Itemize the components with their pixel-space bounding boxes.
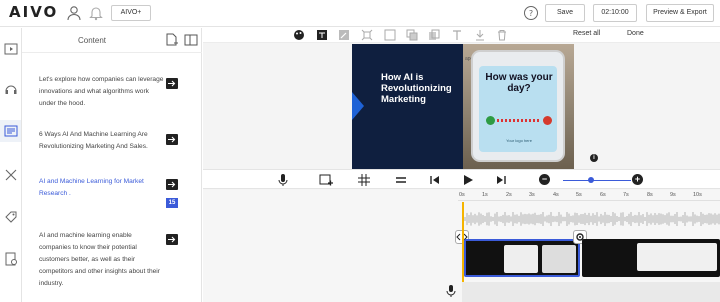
tick-label: 3s bbox=[529, 192, 535, 198]
save-button[interactable]: Save bbox=[545, 4, 585, 22]
video-clip[interactable] bbox=[582, 239, 720, 277]
user-icon[interactable] bbox=[66, 5, 82, 21]
help-icon[interactable]: ? bbox=[523, 5, 539, 21]
sad-face-icon bbox=[543, 116, 552, 125]
content-panel: Content Let's explore how companies can … bbox=[22, 28, 202, 302]
scene-text-2[interactable]: 6 Ways AI And Machine Learning Are Revol… bbox=[39, 129, 164, 153]
canvas-preview[interactable]: How AI is Revolutionizing Marketing apex… bbox=[352, 44, 574, 169]
rail-settings-icon[interactable] bbox=[0, 248, 21, 270]
text-style-icon[interactable] bbox=[316, 29, 328, 41]
resize-icon[interactable] bbox=[384, 29, 396, 41]
audio-waveform[interactable] bbox=[464, 212, 720, 226]
brand-select[interactable]: AIVO+ bbox=[111, 5, 151, 21]
reset-all-button[interactable]: Reset all bbox=[573, 30, 600, 37]
clip-thumbnail bbox=[542, 245, 576, 273]
skip-forward-icon[interactable] bbox=[494, 173, 508, 187]
layout-icon[interactable] bbox=[184, 33, 198, 47]
scene-duration-badge: 15 bbox=[166, 198, 178, 208]
rail-tag-icon[interactable] bbox=[0, 206, 21, 228]
canvas-text-panel: How AI is Revolutionizing Marketing bbox=[352, 44, 463, 169]
rail-tools-icon[interactable] bbox=[0, 164, 21, 186]
grid-icon[interactable] bbox=[357, 173, 371, 187]
top-bar: AIVO AIVO+ ? Save 02:10:00 Preview & Exp… bbox=[0, 0, 720, 27]
video-clip-selected[interactable] bbox=[464, 239, 580, 277]
play-icon[interactable] bbox=[461, 173, 475, 187]
download-icon[interactable] bbox=[474, 29, 486, 41]
phone-image: How was your day? Your logo here bbox=[471, 50, 565, 162]
editor-area: Reset all Done How AI is Revolutionizing… bbox=[203, 28, 720, 302]
add-scene-icon[interactable] bbox=[165, 33, 179, 47]
timer-display: 02:10:00 bbox=[593, 4, 637, 22]
tick-label: 5s bbox=[576, 192, 582, 198]
voiceover-mic-icon[interactable] bbox=[446, 285, 456, 297]
zoom-slider-thumb[interactable] bbox=[588, 177, 594, 183]
zoom-out-button[interactable]: − bbox=[539, 174, 550, 185]
done-button[interactable]: Done bbox=[627, 30, 644, 37]
scene-arrow-2-icon[interactable] bbox=[166, 134, 178, 145]
canvas-headline[interactable]: How AI is Revolutionizing Marketing bbox=[381, 72, 461, 105]
tick-label: 6s bbox=[600, 192, 606, 198]
tick-label: 2s bbox=[506, 192, 512, 198]
palette-icon[interactable] bbox=[293, 29, 305, 41]
panel-divider bbox=[22, 52, 202, 53]
scene-text-1[interactable]: Let's explore how companies can leverage… bbox=[39, 74, 164, 110]
clip-thumbnail bbox=[637, 243, 717, 271]
canvas-toolbar: Reset all Done bbox=[203, 28, 720, 43]
scene-text-3[interactable]: AI and Machine Learning for Market Resea… bbox=[39, 176, 164, 200]
menu-icon[interactable] bbox=[394, 173, 408, 187]
microphone-icon[interactable] bbox=[276, 173, 290, 187]
scene-arrow-4-icon[interactable] bbox=[166, 234, 178, 245]
clip-thumbnail bbox=[504, 245, 538, 273]
tick-label: 0s bbox=[459, 192, 465, 198]
playback-bar: − + bbox=[203, 169, 720, 189]
accent-arrow-shape bbox=[352, 92, 364, 120]
edit-icon[interactable] bbox=[338, 29, 350, 41]
scene-text-4[interactable]: AI and machine learning enable companies… bbox=[39, 230, 164, 290]
canvas-image-panel: apex How was your day? Your logo here bbox=[463, 44, 574, 169]
rail-audio-icon[interactable] bbox=[0, 78, 21, 100]
copy-icon[interactable] bbox=[428, 29, 440, 41]
scene-arrow-3-icon[interactable] bbox=[166, 179, 178, 190]
zoom-slider[interactable] bbox=[563, 180, 631, 181]
svg-text:?: ? bbox=[529, 9, 533, 18]
layers-icon[interactable] bbox=[406, 29, 418, 41]
tick-label: 9s bbox=[670, 192, 676, 198]
trash-icon[interactable] bbox=[496, 29, 508, 41]
text-tool-icon[interactable] bbox=[451, 29, 463, 41]
timeline[interactable]: 0s 1s 2s 3s 4s 5s 6s 7s 8s 9s 10s bbox=[203, 190, 720, 302]
phone-card: How was your day? Your logo here bbox=[479, 66, 557, 152]
app-logo[interactable]: AIVO bbox=[9, 3, 58, 21]
rail-video-icon[interactable] bbox=[0, 38, 21, 60]
add-media-icon[interactable] bbox=[319, 173, 333, 187]
tick-label: 10s bbox=[693, 192, 702, 198]
scene-arrow-1-icon[interactable] bbox=[166, 78, 178, 89]
left-rail bbox=[0, 28, 22, 302]
rating-dots bbox=[497, 119, 541, 122]
bell-icon[interactable] bbox=[88, 5, 104, 21]
tick-label: 4s bbox=[553, 192, 559, 198]
voiceover-lane[interactable] bbox=[462, 282, 720, 302]
happy-face-icon bbox=[486, 116, 495, 125]
info-icon[interactable]: i bbox=[590, 154, 598, 162]
preview-export-button[interactable]: Preview & Export bbox=[646, 4, 714, 22]
panel-title: Content bbox=[77, 36, 107, 45]
tick-label: 7s bbox=[623, 192, 629, 198]
phone-question: How was your day? bbox=[485, 72, 553, 94]
crop-icon[interactable] bbox=[361, 29, 373, 41]
logo-placeholder-text: Your logo here bbox=[506, 138, 532, 143]
tick-label: 1s bbox=[482, 192, 488, 198]
tick-label: 8s bbox=[647, 192, 653, 198]
zoom-in-button[interactable]: + bbox=[632, 174, 643, 185]
timeline-ruler bbox=[458, 200, 720, 201]
rail-content-icon[interactable] bbox=[0, 120, 21, 142]
skip-back-icon[interactable] bbox=[428, 173, 442, 187]
